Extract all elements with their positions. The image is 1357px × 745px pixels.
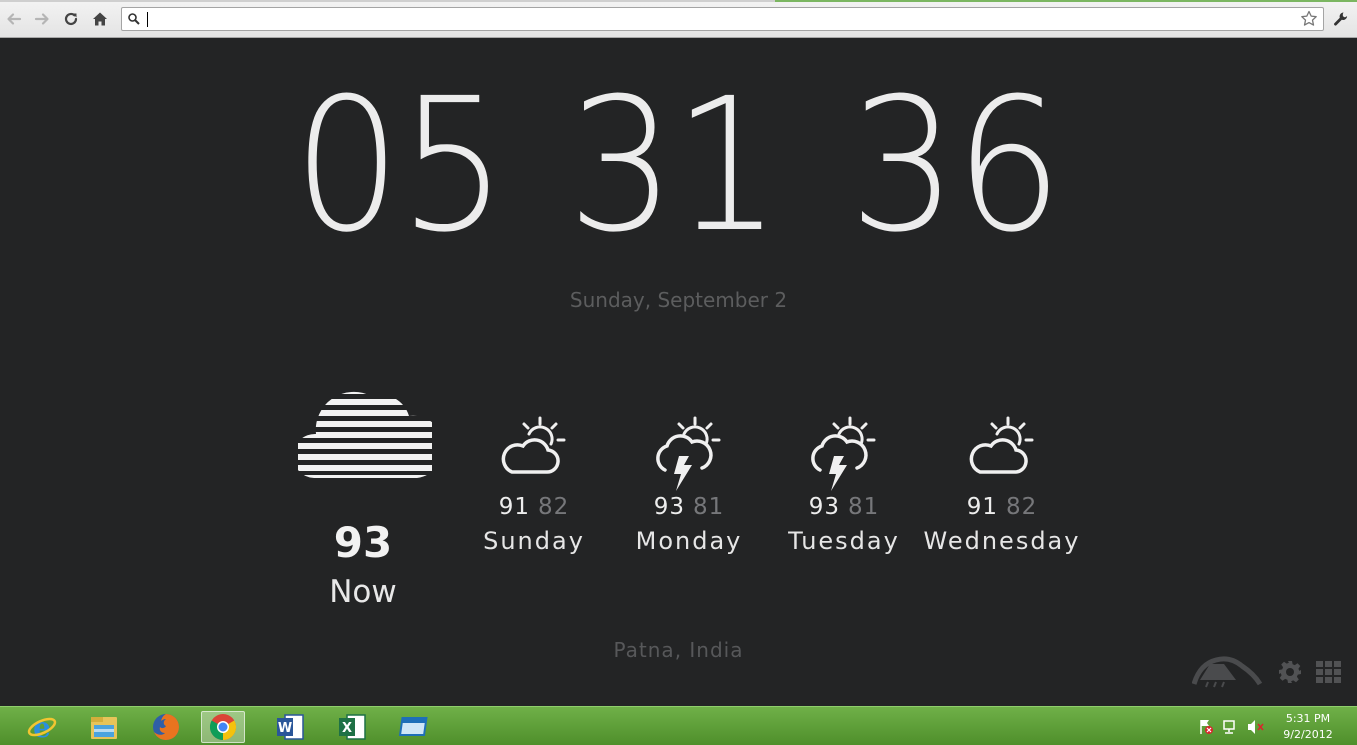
taskbar-time: 5:31 PM	[1285, 712, 1331, 725]
gear-icon[interactable]	[1278, 660, 1302, 684]
high-temp: 93	[653, 494, 685, 520]
system-tray[interactable]	[1198, 718, 1268, 736]
home-button[interactable]	[89, 8, 111, 30]
back-button[interactable]	[3, 8, 25, 30]
high-temp: 91	[498, 494, 530, 520]
partly-cloudy-icon	[969, 416, 1034, 474]
clock-seconds: 36	[849, 59, 1063, 273]
home-icon	[93, 12, 107, 26]
svg-text:e: e	[33, 712, 51, 742]
apps-grid-icon[interactable]	[1316, 661, 1342, 683]
low-temp: 82	[1006, 494, 1038, 520]
internet-explorer-icon: e	[27, 712, 57, 742]
clock-minutes: 31	[567, 59, 781, 273]
text-caret	[147, 12, 148, 27]
taskbar-excel[interactable]: X	[330, 711, 374, 743]
search-icon	[128, 13, 140, 25]
thunderstorm-sun-icon	[656, 416, 721, 491]
taskbar: e W X 5:31 PM 9/2/2012	[0, 706, 1357, 745]
omnibox[interactable]	[121, 7, 1324, 31]
forward-button[interactable]	[31, 8, 53, 30]
taskbar-explorer[interactable]	[82, 711, 126, 743]
wrench-icon	[1334, 12, 1348, 26]
chrome-icon	[209, 714, 237, 741]
cloud-logo-icon[interactable]	[1192, 654, 1264, 688]
date-label: Sunday, September 2	[569, 288, 788, 312]
action-center-icon	[1200, 720, 1213, 734]
star-icon[interactable]	[1300, 10, 1318, 28]
day-name: Wednesday	[923, 527, 1081, 555]
svg-text:W: W	[278, 721, 292, 736]
forward-icon	[34, 13, 49, 25]
reload-icon	[64, 12, 78, 26]
low-temp: 81	[848, 494, 880, 520]
current-label: Now	[329, 574, 397, 610]
clock-hours: 05	[293, 59, 507, 273]
excel-icon: X	[339, 714, 366, 740]
wrench-button[interactable]	[1330, 8, 1352, 30]
high-temp: 91	[966, 494, 998, 520]
taskbar-ie[interactable]: e	[20, 711, 64, 743]
window-app-icon	[399, 717, 428, 736]
volume-muted-icon	[1248, 720, 1264, 734]
reload-button[interactable]	[60, 8, 82, 30]
partly-cloudy-icon	[501, 416, 566, 474]
taskbar-clock[interactable]: 5:31 PM 9/2/2012	[1275, 711, 1341, 743]
taskbar-word[interactable]: W	[268, 711, 312, 743]
low-temp: 81	[693, 494, 725, 520]
word-icon: W	[277, 714, 304, 740]
fog-cloud-icon	[298, 391, 432, 479]
taskbar-chrome[interactable]	[201, 711, 245, 743]
firefox-icon	[153, 714, 179, 740]
tab-strip	[0, 0, 1357, 2]
taskbar-firefox[interactable]	[144, 711, 188, 743]
high-temp: 93	[808, 494, 840, 520]
location-label: Patna, India	[613, 638, 744, 662]
taskbar-date: 9/2/2012	[1283, 728, 1333, 741]
taskbar-window-app[interactable]	[392, 711, 436, 743]
network-icon	[1223, 720, 1235, 734]
back-icon	[7, 13, 22, 25]
file-explorer-icon	[91, 717, 117, 739]
browser-toolbar	[0, 0, 1357, 38]
svg-text:X: X	[342, 721, 352, 736]
thunderstorm-sun-icon	[811, 416, 876, 491]
current-temperature: 93	[333, 518, 393, 567]
low-temp: 82	[538, 494, 570, 520]
address-input[interactable]	[146, 9, 1296, 29]
